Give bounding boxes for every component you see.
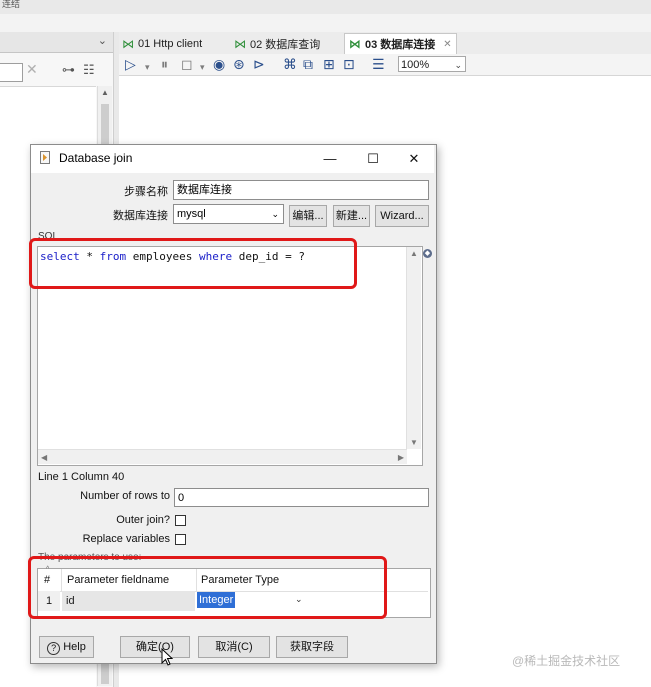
run-icon[interactable]: ▷ bbox=[125, 56, 136, 72]
tab-label: 03 数据库连接 bbox=[365, 39, 436, 51]
tab-db-query[interactable]: ⋈ 02 数据库查询 bbox=[234, 35, 320, 53]
parameters-label: The parameters to use: bbox=[38, 552, 142, 563]
clear-icon[interactable]: ✕ bbox=[26, 61, 38, 78]
chevron-down-icon: ⌄ bbox=[454, 60, 462, 70]
rows-field[interactable]: 0 bbox=[174, 488, 429, 507]
top-band bbox=[0, 14, 651, 32]
sql-label: SQL bbox=[38, 231, 59, 242]
ok-button[interactable]: 确定(O) bbox=[120, 636, 190, 658]
parameter-type-cell[interactable]: Integer bbox=[197, 592, 236, 608]
outer-join-label: Outer join? bbox=[116, 514, 170, 526]
column-header-fieldname[interactable]: Parameter fieldname bbox=[67, 574, 169, 586]
get-fields-button[interactable]: 获取字段 bbox=[276, 636, 348, 658]
edit-connection-button[interactable]: 编辑... bbox=[289, 205, 327, 227]
tab-label: 02 数据库查询 bbox=[250, 39, 321, 51]
zoom-select[interactable]: 100% ⌄ bbox=[398, 56, 466, 72]
step-icon bbox=[40, 151, 50, 164]
parameter-fieldname-cell[interactable]: id bbox=[62, 591, 195, 611]
connection-label: 数据库连接 bbox=[113, 210, 168, 222]
sql-text: employees bbox=[126, 250, 199, 263]
help-icon: ? bbox=[47, 642, 61, 655]
chevron-down-icon[interactable]: ⌄ bbox=[98, 34, 107, 47]
wizard-button[interactable]: Wizard... bbox=[375, 205, 429, 227]
impact-icon[interactable]: ⧉ bbox=[303, 56, 313, 72]
column-divider bbox=[61, 569, 62, 591]
replace-variables-label: Replace variables bbox=[82, 533, 170, 545]
column-header-number[interactable]: # bbox=[44, 574, 50, 586]
transformation-icon: ⋈ bbox=[122, 37, 134, 51]
sql-text: dep_id = ? bbox=[232, 250, 305, 263]
replace-variables-checkbox[interactable] bbox=[175, 534, 186, 545]
line-column-status: Line 1 Column 40 bbox=[38, 471, 125, 483]
tab-http-client[interactable]: ⋈ 01 Http client bbox=[122, 35, 202, 53]
scroll-up-icon[interactable]: ▲ bbox=[410, 249, 418, 258]
run-dropdown-icon[interactable]: ▾ bbox=[145, 59, 150, 75]
left-search-input[interactable] bbox=[0, 63, 23, 82]
dialog-title: Database join bbox=[59, 151, 133, 165]
scroll-right-icon[interactable]: ▶ bbox=[398, 453, 404, 462]
transformation-icon: ⋈ bbox=[349, 37, 361, 51]
sql-vertical-scrollbar[interactable]: ▲ ▼ bbox=[406, 247, 421, 449]
maximize-button[interactable]: ☐ bbox=[355, 148, 391, 170]
connection-select[interactable]: mysql ⌄ bbox=[173, 204, 284, 224]
pause-icon[interactable]: ⏸ bbox=[161, 56, 168, 72]
explore-db-icon[interactable]: ⊡ bbox=[343, 56, 355, 72]
close-button[interactable]: ✕ bbox=[396, 148, 432, 170]
scroll-down-icon[interactable]: ▼ bbox=[410, 438, 418, 447]
sql-keyword: where bbox=[198, 250, 233, 263]
stop-icon[interactable]: ◻ bbox=[181, 56, 193, 72]
mouse-pointer-icon bbox=[161, 648, 173, 666]
verify-icon[interactable]: ⌘ bbox=[283, 56, 297, 72]
sql-keyword: from bbox=[99, 250, 127, 263]
help-label: Help bbox=[63, 641, 86, 653]
top-strip-text: 连结 bbox=[2, 0, 21, 9]
chevron-down-icon: ⌄ bbox=[271, 209, 279, 219]
rows-label: Number of rows to bbox=[80, 490, 170, 502]
editor-toolbar bbox=[119, 54, 651, 76]
preview-icon[interactable]: ◉ bbox=[213, 56, 225, 72]
variable-hint-icon: ◆ bbox=[423, 249, 432, 258]
outer-join-checkbox[interactable] bbox=[175, 515, 186, 526]
expand-tree-icon[interactable]: ☷ bbox=[83, 62, 95, 78]
new-connection-button[interactable]: 新建... bbox=[333, 205, 370, 227]
close-tab-icon[interactable]: ✕ bbox=[443, 39, 451, 50]
step-name-label: 步骤名称 bbox=[124, 186, 168, 198]
sql-text: * bbox=[79, 250, 100, 263]
show-results-icon[interactable]: ☰ bbox=[372, 56, 385, 72]
window-top-strip: 连结 bbox=[0, 0, 651, 15]
scroll-left-icon[interactable]: ◀ bbox=[41, 453, 47, 462]
sql-code: select * from employees where dep_id = ? bbox=[40, 250, 305, 263]
watermark: @稀土掘金技术社区 bbox=[512, 654, 621, 668]
tab-db-join[interactable]: ⋈ 03 数据库连接 ✕ bbox=[344, 33, 457, 56]
sql-editor[interactable] bbox=[37, 246, 423, 466]
zoom-value: 100% bbox=[401, 59, 430, 71]
column-divider bbox=[196, 569, 197, 591]
transformation-icon: ⋈ bbox=[234, 37, 246, 51]
sql-icon[interactable]: ⊞ bbox=[323, 56, 335, 72]
left-panel-tabstrip: ⌄ bbox=[0, 32, 113, 53]
column-header-type[interactable]: Parameter Type bbox=[201, 574, 279, 586]
debug-icon[interactable]: ⊛ bbox=[233, 56, 245, 72]
cancel-button[interactable]: 取消(C) bbox=[198, 636, 270, 658]
chevron-down-icon[interactable]: ⌄ bbox=[295, 594, 303, 605]
step-name-field[interactable]: 数据库连接 bbox=[173, 180, 429, 200]
sql-horizontal-scrollbar[interactable]: ◀ ▶ bbox=[38, 449, 407, 464]
tab-label: 01 Http client bbox=[138, 38, 203, 50]
stop-dropdown-icon[interactable]: ▾ bbox=[200, 59, 205, 75]
row-number: 1 bbox=[38, 591, 60, 611]
collapse-tree-icon[interactable]: ⊶ bbox=[62, 62, 75, 78]
sort-icon: ^ bbox=[46, 566, 50, 573]
connection-value: mysql bbox=[177, 208, 206, 220]
scroll-up-icon[interactable]: ▲ bbox=[101, 88, 109, 97]
help-button[interactable]: ? Help bbox=[39, 636, 94, 658]
minimize-button[interactable]: — bbox=[312, 148, 348, 170]
sql-keyword: select bbox=[40, 250, 80, 263]
replay-icon[interactable]: ⊳ bbox=[253, 56, 265, 72]
